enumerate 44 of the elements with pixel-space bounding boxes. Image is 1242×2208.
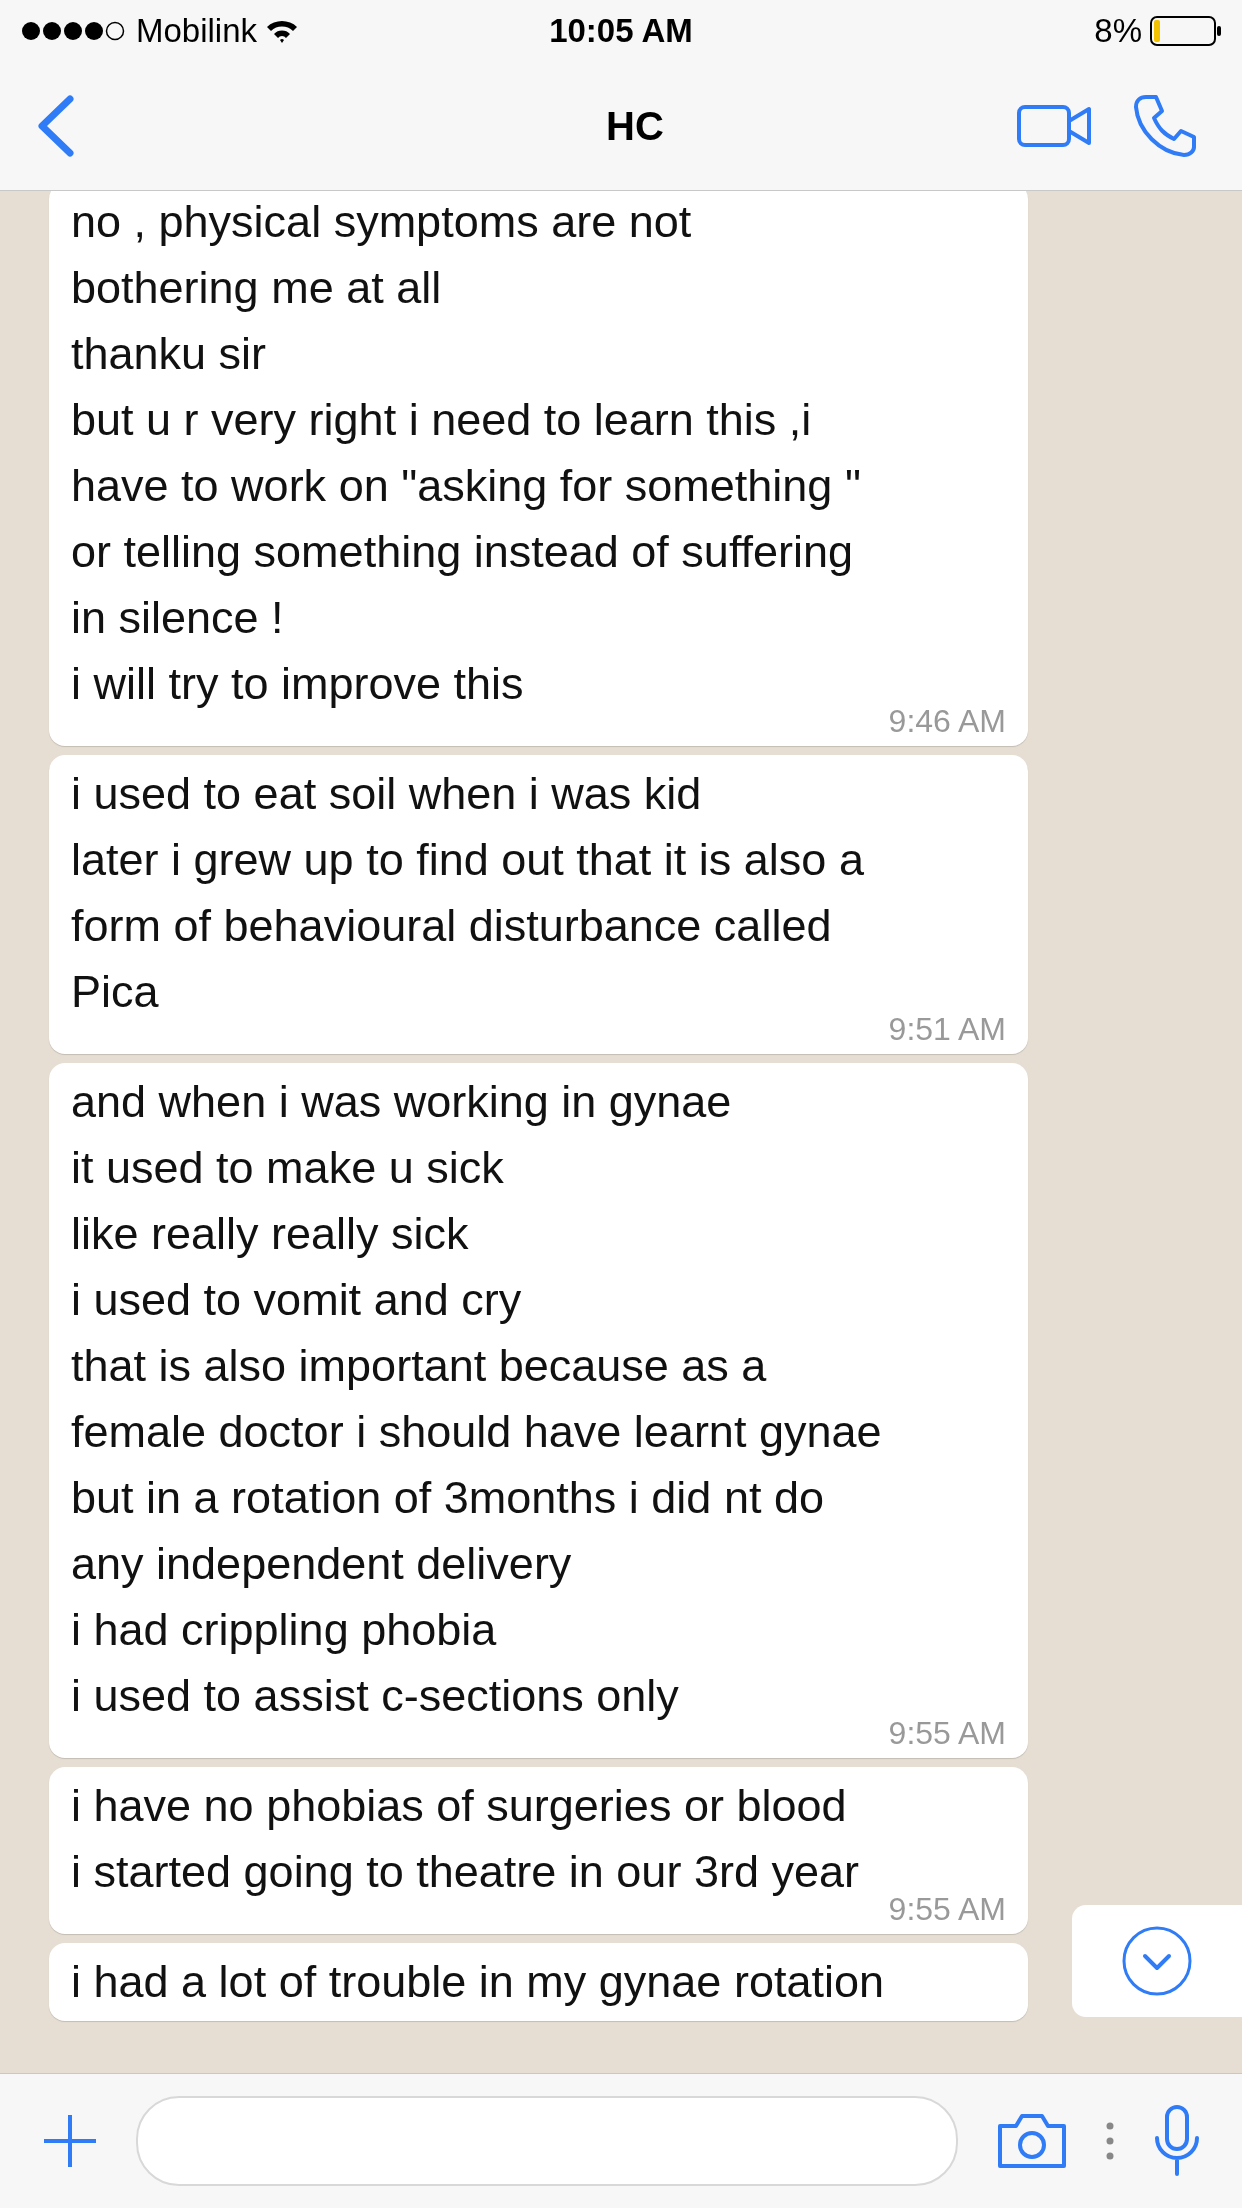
message-line: form of behavioural disturbance called xyxy=(71,899,833,953)
message-line: or telling something instead of suffering xyxy=(71,525,855,579)
message-line: and when i was working in gynae xyxy=(71,1075,733,1129)
message-line: but in a rotation of 3months i did nt do xyxy=(71,1471,825,1525)
phone-icon[interactable] xyxy=(1132,93,1198,159)
message-line: no , physical symptoms are not xyxy=(71,195,693,249)
battery-icon xyxy=(1150,16,1222,46)
contact-name[interactable]: HC xyxy=(606,103,976,149)
status-time: 10:05 AM xyxy=(549,12,693,50)
message-line: female doctor i should have learnt gynae xyxy=(71,1405,883,1459)
message-line: any independent delivery xyxy=(71,1537,573,1591)
battery-percent: 8% xyxy=(1094,12,1142,50)
message-line: like really really sick xyxy=(71,1207,470,1261)
message-line: i have no phobias of surgeries or blood xyxy=(71,1779,848,1833)
back-icon[interactable] xyxy=(36,95,76,157)
message-line: Pica xyxy=(71,965,160,1019)
chevron-down-icon xyxy=(1121,1925,1193,1997)
message-line: thanku sir xyxy=(71,327,268,381)
microphone-icon[interactable] xyxy=(1152,2104,1202,2178)
message-line: i used to assist c-sections only xyxy=(71,1669,680,1723)
video-call-icon[interactable] xyxy=(1016,104,1092,148)
more-icon[interactable] xyxy=(1106,2122,1114,2160)
message-line: have to work on "asking for something " xyxy=(71,459,862,513)
message-time: 9:55 AM xyxy=(887,1715,1006,1752)
message-time: 9:46 AM xyxy=(887,703,1006,740)
scroll-down-button[interactable] xyxy=(1072,1905,1242,2017)
message-line: i started going to theatre in our 3rd year xyxy=(71,1845,860,1899)
message-time: 9:51 AM xyxy=(887,1011,1006,1048)
message-line: i had a lot of trouble in my gynae rotation xyxy=(71,1955,885,2009)
message-line: but u r very right i need to learn this ,i xyxy=(71,393,813,447)
message-line: it used to make u sick xyxy=(71,1141,505,1195)
wifi-icon xyxy=(265,18,300,44)
message-line: i used to vomit and cry xyxy=(71,1273,523,1327)
carrier-name: Mobilink xyxy=(136,12,258,50)
message-line: i will try to improve this xyxy=(71,657,525,711)
message-time: 9:55 AM xyxy=(887,1891,1006,1928)
message-line: in silence ! xyxy=(71,591,285,645)
camera-icon[interactable] xyxy=(996,2112,1068,2170)
message-line: i used to eat soil when i was kid xyxy=(71,767,703,821)
plus-icon[interactable] xyxy=(42,2113,98,2169)
message-line: that is also important because as a xyxy=(71,1339,768,1393)
message-line: later i grew up to find out that it is also a xyxy=(71,833,865,887)
message-line: bothering me at all xyxy=(71,261,443,315)
message-line: i had crippling phobia xyxy=(71,1603,498,1657)
